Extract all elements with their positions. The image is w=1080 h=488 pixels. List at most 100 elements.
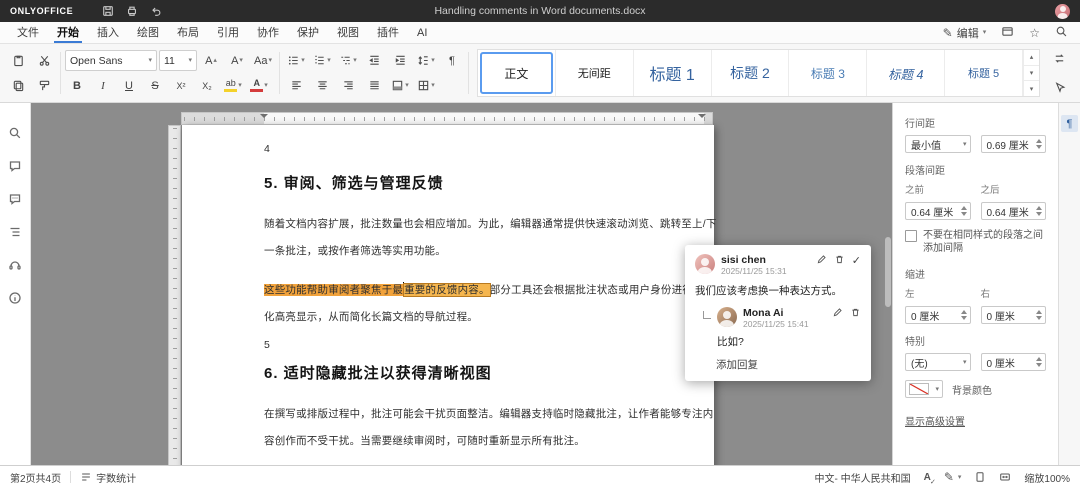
stepper-arrows[interactable] [1036, 310, 1042, 320]
align-right-button[interactable] [336, 75, 360, 96]
advanced-settings-link[interactable]: 显示高级设置 [905, 413, 965, 428]
style-item-heading-4[interactable]: 标题 4 [867, 50, 945, 96]
zoom-indicator[interactable]: 缩放100% [1024, 470, 1070, 485]
shrink-font-button[interactable]: A▾ [225, 50, 249, 71]
stepper-arrows[interactable] [961, 310, 967, 320]
comment-resolve-button[interactable]: ✓ [852, 256, 861, 267]
sidebar-comments-button[interactable] [5, 156, 25, 176]
grow-font-button[interactable]: A▴ [199, 50, 223, 71]
bold-button[interactable]: B [65, 75, 89, 96]
special-indent-select[interactable]: (无) ▾ [905, 353, 971, 371]
styles-scroll-up-button[interactable]: ▴ [1024, 50, 1039, 66]
undo-button[interactable] [147, 2, 165, 20]
align-center-button[interactable] [310, 75, 334, 96]
change-case-button[interactable]: Aa▾ [251, 50, 275, 71]
tab-home[interactable]: 开始 [48, 23, 88, 43]
stepper-arrows[interactable] [961, 206, 967, 216]
search-button[interactable] [1055, 25, 1068, 41]
font-size-combobox[interactable]: 11 ▾ [159, 50, 197, 71]
language-button[interactable]: 中文- 中华人民共和国 [815, 470, 911, 485]
nonprinting-characters-button[interactable]: ¶ [440, 50, 464, 71]
vertical-ruler[interactable] [168, 125, 181, 465]
page-indicator[interactable]: 第2页共4页 [10, 470, 61, 485]
document-page[interactable]: 4 5. 审阅、筛选与管理反馈 随着文档内容扩展，批注数量也会相应增加。为此，编… [182, 125, 714, 465]
indent-right-stepper[interactable]: 0 厘米 [981, 306, 1047, 324]
copy-style-button[interactable] [32, 75, 56, 96]
align-left-button[interactable] [284, 75, 308, 96]
vertical-scrollbar[interactable] [883, 107, 891, 461]
favorite-button[interactable]: ☆ [1029, 27, 1040, 39]
word-count-button[interactable]: 字数统计 [80, 470, 136, 485]
style-item-normal[interactable]: 正文 [478, 50, 556, 96]
copy-button[interactable] [6, 75, 30, 96]
stepper-arrows[interactable] [1036, 139, 1042, 149]
fit-width-button[interactable] [999, 471, 1011, 483]
indent-left-stepper[interactable]: 0 厘米 [905, 306, 971, 324]
tab-ai[interactable]: AI [408, 23, 436, 43]
strikethrough-button[interactable]: S [143, 75, 167, 96]
tab-draw[interactable]: 绘图 [128, 23, 168, 43]
cut-button[interactable] [32, 50, 56, 71]
same-style-checkbox[interactable] [905, 230, 917, 242]
user-avatar[interactable] [1055, 4, 1070, 19]
select-all-button[interactable] [1047, 77, 1071, 98]
ruler-indent-marker-right[interactable] [698, 114, 706, 122]
background-color-picker[interactable]: ▾ [905, 380, 943, 398]
paste-button[interactable] [6, 50, 30, 71]
print-button[interactable] [123, 2, 141, 20]
spacing-before-stepper[interactable]: 0.64 厘米 [905, 202, 971, 220]
multilevel-list-button[interactable]: ▾ [336, 50, 360, 71]
style-item-heading-2[interactable]: 标题 2 [712, 50, 790, 96]
sidebar-chat-button[interactable] [5, 189, 25, 209]
tab-protection[interactable]: 保护 [288, 23, 328, 43]
stepper-arrows[interactable] [1036, 206, 1042, 216]
find-replace-button[interactable] [1047, 48, 1071, 69]
style-item-heading-3[interactable]: 标题 3 [789, 50, 867, 96]
spellcheck-toggle[interactable]: A✓ [924, 472, 931, 483]
line-spacing-value-stepper[interactable]: 0.69 厘米 [981, 135, 1047, 153]
line-spacing-button[interactable]: ▾ [414, 50, 438, 71]
style-item-no-spacing[interactable]: 无间距 [556, 50, 634, 96]
add-reply-link[interactable]: 添加回复 [716, 357, 861, 372]
track-changes-toggle[interactable]: ✎ ▾ [944, 471, 962, 483]
tab-view[interactable]: 视图 [328, 23, 368, 43]
font-name-combobox[interactable]: Open Sans ▾ [65, 50, 157, 71]
sidebar-about-button[interactable] [5, 288, 25, 308]
line-spacing-select[interactable]: 最小值 ▾ [905, 135, 971, 153]
save-button[interactable] [99, 2, 117, 20]
tab-collaboration[interactable]: 协作 [248, 23, 288, 43]
numbering-button[interactable]: ▾ [310, 50, 334, 71]
underline-button[interactable]: U [117, 75, 141, 96]
shading-button[interactable]: ▾ [388, 75, 412, 96]
special-indent-stepper[interactable]: 0 厘米 [981, 353, 1047, 371]
scrollbar-thumb[interactable] [885, 237, 891, 307]
horizontal-ruler[interactable] [181, 112, 713, 125]
borders-button[interactable]: ▾ [414, 75, 438, 96]
superscript-button[interactable]: X² [169, 75, 193, 96]
highlight-color-button[interactable]: ab ▾ [221, 75, 245, 96]
sidebar-support-button[interactable] [5, 255, 25, 275]
ruler-indent-marker-left[interactable] [260, 114, 268, 122]
tab-file[interactable]: 文件 [8, 23, 48, 43]
comment-edit-button[interactable] [816, 254, 827, 268]
reply-delete-button[interactable] [850, 307, 861, 321]
increase-indent-button[interactable] [388, 50, 412, 71]
tab-plugins[interactable]: 插件 [368, 23, 408, 43]
font-color-button[interactable]: A ▾ [247, 75, 271, 96]
italic-button[interactable]: I [91, 75, 115, 96]
file-location-button[interactable] [1001, 25, 1014, 41]
style-item-heading-5[interactable]: 标题 5 [945, 50, 1023, 96]
fit-page-button[interactable] [974, 471, 986, 483]
paragraph-settings-button[interactable]: ¶ [1061, 115, 1078, 132]
tab-layout[interactable]: 布局 [168, 23, 208, 43]
sidebar-headings-button[interactable] [5, 222, 25, 242]
tab-references[interactable]: 引用 [208, 23, 248, 43]
stepper-arrows[interactable] [1036, 357, 1042, 367]
bullets-button[interactable]: ▾ [284, 50, 308, 71]
sidebar-search-button[interactable] [5, 123, 25, 143]
decrease-indent-button[interactable] [362, 50, 386, 71]
spacing-after-stepper[interactable]: 0.64 厘米 [981, 202, 1047, 220]
comment-delete-button[interactable] [834, 254, 845, 268]
edit-mode-button[interactable]: ✎ 编辑 ▾ [943, 25, 987, 41]
justify-button[interactable] [362, 75, 386, 96]
